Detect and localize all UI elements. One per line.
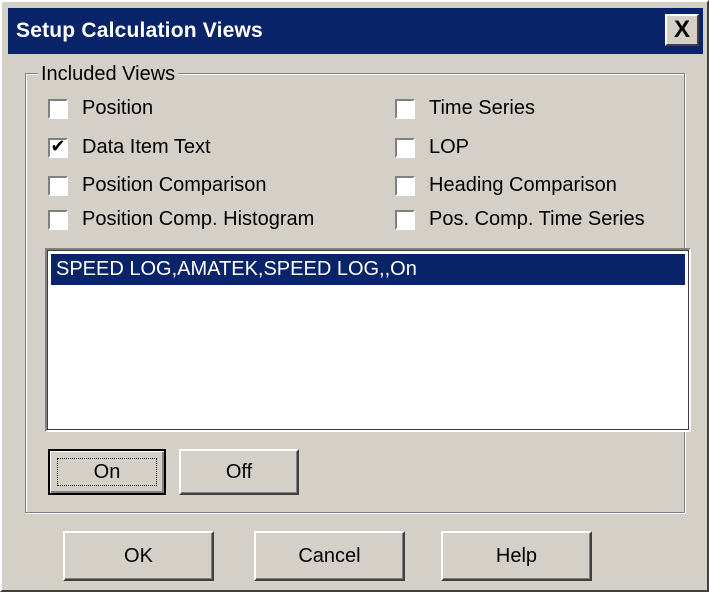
- cancel-button[interactable]: Cancel: [254, 531, 405, 581]
- checkbox-label: Data Item Text: [82, 136, 211, 158]
- checkmark-icon: ✔: [50, 135, 66, 156]
- ok-button[interactable]: OK: [63, 531, 214, 581]
- close-button[interactable]: X: [665, 14, 699, 46]
- checkbox-data-item-text[interactable]: ✔ Data Item Text: [47, 135, 211, 159]
- checkbox-position-comp-histogram[interactable]: Position Comp. Histogram: [47, 208, 315, 231]
- cancel-button-label: Cancel: [298, 544, 361, 567]
- checkbox-box[interactable]: [47, 174, 69, 197]
- checkbox-label: Time Series: [429, 97, 535, 119]
- window-title: Setup Calculation Views: [16, 19, 263, 42]
- ok-button-label: OK: [124, 544, 153, 567]
- help-button[interactable]: Help: [441, 531, 592, 581]
- checkbox-pos-comp-time-series[interactable]: Pos. Comp. Time Series: [394, 208, 645, 231]
- checkbox-box[interactable]: [394, 174, 416, 197]
- checkbox-label: LOP: [429, 136, 470, 158]
- checkbox-position-comparison[interactable]: Position Comparison: [47, 174, 267, 197]
- checkbox-label: Heading Comparison: [429, 174, 617, 196]
- setup-calculation-views-dialog: Setup Calculation Views X Included Views…: [0, 0, 709, 592]
- off-button[interactable]: Off: [179, 449, 299, 495]
- checkbox-box[interactable]: [394, 208, 416, 231]
- close-icon: X: [673, 16, 690, 43]
- list-item[interactable]: SPEED LOG,AMATEK,SPEED LOG,,On: [51, 254, 685, 285]
- checkbox-label: Position: [82, 97, 154, 119]
- checkbox-label: Position Comp. Histogram: [82, 208, 315, 230]
- checkbox-box[interactable]: ✔: [47, 135, 69, 159]
- help-button-label: Help: [495, 544, 538, 567]
- checkbox-box[interactable]: [47, 97, 69, 120]
- group-label: Included Views: [38, 63, 179, 86]
- checkbox-box[interactable]: [47, 208, 69, 231]
- checkbox-box[interactable]: [394, 97, 416, 120]
- checkbox-lop[interactable]: LOP: [394, 136, 470, 159]
- on-button[interactable]: On: [48, 449, 166, 495]
- title-bar[interactable]: Setup Calculation Views X: [8, 8, 703, 54]
- focus-ring: [57, 458, 157, 486]
- checkbox-time-series[interactable]: Time Series: [394, 97, 535, 120]
- checkbox-heading-comparison[interactable]: Heading Comparison: [394, 174, 617, 197]
- checkbox-box[interactable]: [394, 136, 416, 159]
- views-listbox[interactable]: SPEED LOG,AMATEK,SPEED LOG,,On: [45, 248, 691, 432]
- checkbox-label: Position Comparison: [82, 174, 267, 196]
- checkbox-label: Pos. Comp. Time Series: [429, 208, 645, 230]
- off-button-label: Off: [225, 460, 253, 483]
- checkbox-position[interactable]: Position: [47, 97, 154, 120]
